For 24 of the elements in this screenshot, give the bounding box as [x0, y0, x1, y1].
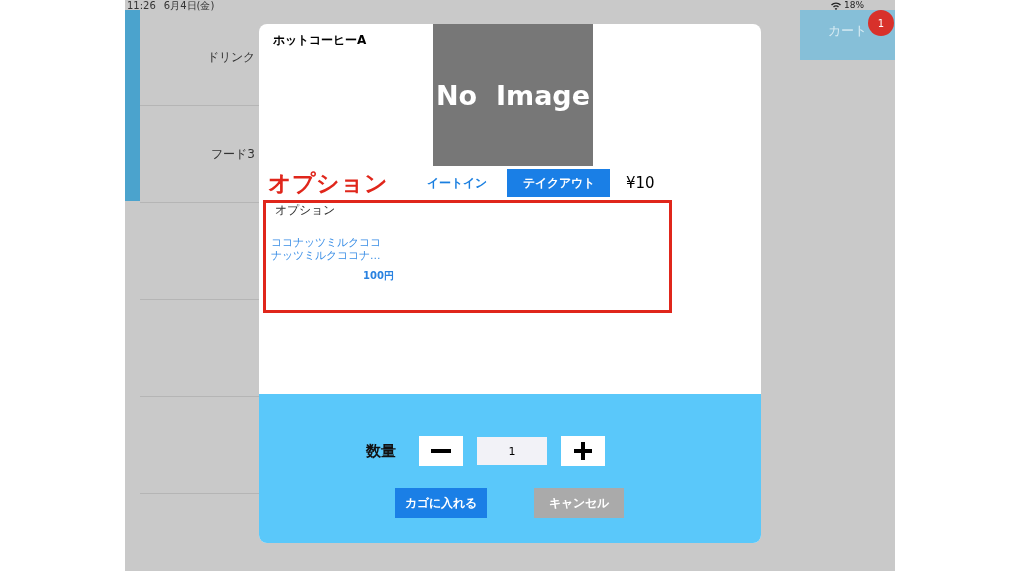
product-price: ¥10	[626, 174, 655, 192]
status-time: 11:26	[127, 0, 156, 11]
options-heading: オプション	[274, 203, 336, 218]
add-to-cart-button[interactable]: カゴに入れる	[395, 488, 487, 518]
cart-button[interactable]: カート 1	[800, 10, 895, 60]
battery-percent: 18%	[844, 0, 864, 10]
annotation-label: オプション	[268, 168, 389, 198]
quantity-field[interactable]: 1	[477, 437, 547, 465]
increase-button[interactable]	[561, 436, 605, 466]
product-title: ホットコーヒーA	[272, 32, 368, 49]
cart-badge: 1	[868, 10, 894, 36]
plus-icon	[574, 442, 592, 460]
category-item[interactable]: ドリンク	[207, 49, 255, 66]
no-image-label: No Image	[436, 79, 590, 111]
order-type-tab[interactable]: テイクアウト	[507, 169, 610, 197]
minus-icon	[431, 449, 451, 453]
quantity-label: 数量	[366, 441, 397, 461]
status-date: 6月4日(金)	[163, 0, 215, 11]
category-item[interactable]: フード3	[211, 145, 255, 163]
cancel-button[interactable]: キャンセル	[534, 488, 624, 518]
wifi-icon	[830, 0, 842, 10]
decrease-button[interactable]	[419, 436, 463, 466]
option-price: 100円	[363, 269, 395, 283]
option-name[interactable]: ココナッツミルクココナッツミルクココナ…	[271, 236, 391, 262]
